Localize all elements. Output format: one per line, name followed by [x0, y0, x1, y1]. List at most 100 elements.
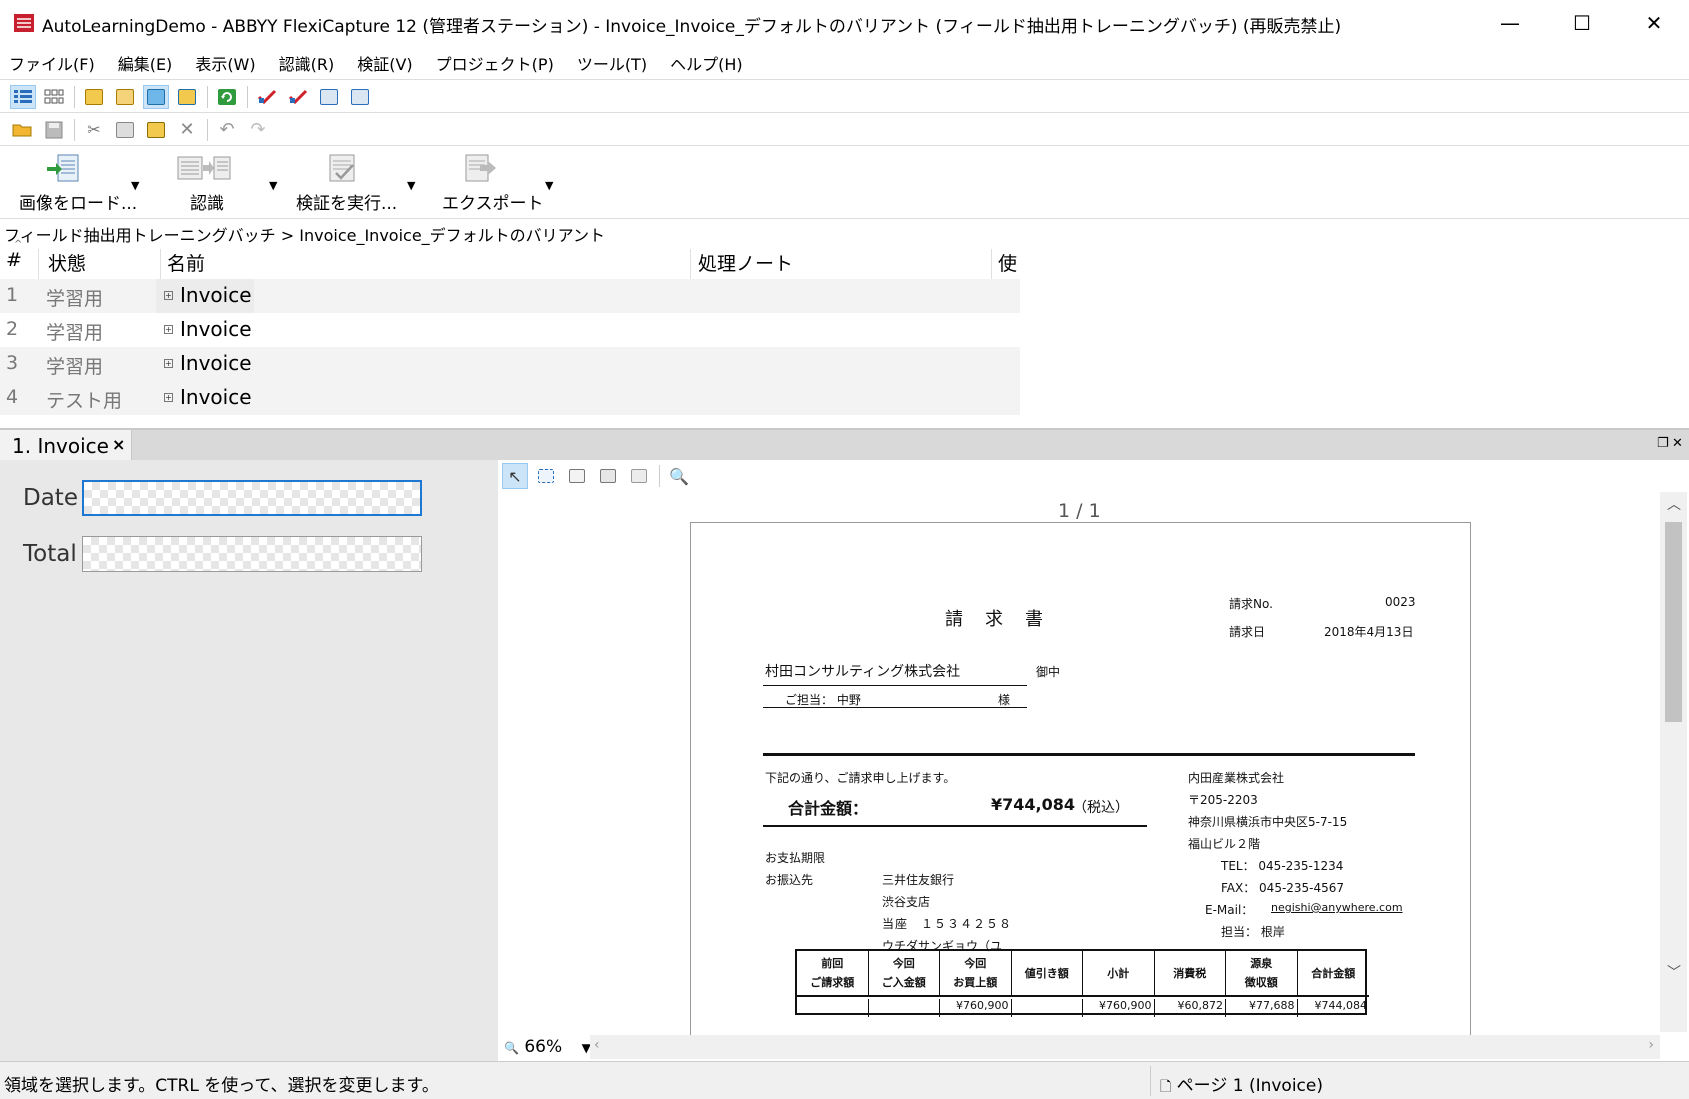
- paste-button[interactable]: [143, 118, 169, 142]
- export-dropdown[interactable]: ▼: [542, 147, 562, 219]
- total-field[interactable]: [82, 536, 422, 572]
- column-header-name[interactable]: 名前: [167, 249, 205, 276]
- save-button[interactable]: [41, 118, 67, 142]
- table-row[interactable]: 2 学習用 + Invoice: [0, 313, 1020, 347]
- row-number: 1: [6, 284, 19, 306]
- column-region-button[interactable]: [564, 463, 590, 489]
- document-lock-button[interactable]: [112, 85, 138, 109]
- cut-button[interactable]: ✂: [81, 118, 107, 142]
- refresh-button[interactable]: [214, 85, 240, 109]
- menu-view[interactable]: 表示(W): [192, 49, 258, 77]
- delete-region-button[interactable]: [626, 463, 652, 489]
- export-doc-button[interactable]: [316, 85, 342, 109]
- load-images-dropdown[interactable]: ▼: [128, 147, 148, 219]
- date-field[interactable]: [82, 480, 422, 516]
- menu-edit[interactable]: 編集(E): [115, 49, 176, 77]
- vendor-email-label: E-Mail：: [1205, 903, 1254, 917]
- column-header-number[interactable]: #: [6, 249, 22, 271]
- select-tool-button[interactable]: ↖: [502, 463, 528, 489]
- close-tab-icon[interactable]: ×: [112, 435, 125, 454]
- edit-region-button[interactable]: [595, 463, 621, 489]
- column-header-notes[interactable]: 処理ノート: [698, 249, 793, 276]
- document-pen-button[interactable]: [174, 85, 200, 109]
- thumbnail-view-icon: [44, 89, 64, 103]
- restore-panel-icon[interactable]: ❐: [1657, 436, 1669, 451]
- rule: [763, 753, 1415, 756]
- export-label: エクスポート: [442, 194, 544, 214]
- row-state: 学習用: [46, 322, 104, 344]
- open-document-button[interactable]: [81, 85, 107, 109]
- verify-check-button[interactable]: [254, 85, 280, 109]
- recognize-dropdown[interactable]: ▼: [266, 147, 286, 219]
- column-header-state[interactable]: 状態: [48, 249, 86, 276]
- draw-region-button[interactable]: [533, 463, 559, 489]
- menu-file[interactable]: ファイル(F): [6, 49, 98, 77]
- horizontal-scrollbar[interactable]: ‹ ›: [590, 1035, 1660, 1059]
- document-edit-button[interactable]: [143, 84, 169, 109]
- zoom-control[interactable]: 🔍 66% ▼: [504, 1037, 591, 1057]
- minimize-button[interactable]: —: [1475, 0, 1545, 46]
- column-header-usage[interactable]: 使: [998, 249, 1017, 276]
- recognize-button[interactable]: 認識: [168, 147, 278, 219]
- tab-invoice[interactable]: 1. Invoice ×: [0, 430, 132, 462]
- menu-help[interactable]: ヘルプ(H): [667, 49, 746, 77]
- invoice-no-label: 請求No.: [1229, 597, 1273, 611]
- zoom-tool-button[interactable]: 🔍: [666, 463, 692, 489]
- menu-recognize[interactable]: 認識(R): [276, 49, 338, 77]
- verify-all-button[interactable]: [285, 85, 311, 109]
- vendor-zip: 〒205-2203: [1188, 793, 1258, 807]
- close-panel-icon[interactable]: ✕: [1672, 436, 1683, 451]
- expand-icon[interactable]: +: [164, 325, 173, 334]
- thumbnail-view-button[interactable]: [41, 85, 67, 109]
- scroll-right-icon[interactable]: ›: [1648, 1037, 1654, 1053]
- menu-tools[interactable]: ツール(T): [574, 49, 650, 77]
- tax-included-note: （税込）: [1073, 800, 1129, 816]
- dropdown-arrow-icon: ▼: [269, 179, 278, 192]
- toolbar-separator: [74, 85, 75, 108]
- scroll-up-icon[interactable]: ︿: [1667, 494, 1681, 514]
- export-batch-button[interactable]: [347, 85, 373, 109]
- invoice-table-value-cell: ¥744,084: [1314, 999, 1368, 1012]
- contact-person: ご担当： 中野: [785, 693, 861, 707]
- run-verification-dropdown[interactable]: ▼: [404, 147, 424, 219]
- onchu: 御中: [1036, 665, 1061, 679]
- expand-icon[interactable]: +: [164, 359, 173, 368]
- save-icon: [45, 121, 63, 138]
- scrollbar-thumb[interactable]: [1665, 522, 1682, 722]
- expand-icon[interactable]: +: [164, 291, 173, 300]
- row-name: Invoice: [180, 385, 252, 409]
- invoice-date-value: 2018年4月13日: [1324, 625, 1414, 639]
- load-images-button[interactable]: 画像をロード...: [10, 147, 140, 219]
- scroll-left-icon[interactable]: ‹: [594, 1037, 600, 1053]
- invoice-page-image[interactable]: 請 求 書 請求No. 0023 請求日 2018年4月13日 村田コンサルティ…: [690, 522, 1471, 1036]
- export-button[interactable]: エクスポート: [440, 147, 550, 219]
- table-row[interactable]: 3 学習用 + Invoice: [0, 347, 1020, 381]
- invoice-table-header-text: 今回: [892, 957, 915, 970]
- expand-icon[interactable]: +: [164, 393, 173, 402]
- undo-button[interactable]: ↶: [214, 118, 240, 142]
- menu-project[interactable]: プロジェクト(P): [433, 49, 557, 77]
- close-button[interactable]: ✕: [1619, 0, 1689, 46]
- run-verification-button[interactable]: 検証を実行...: [296, 147, 412, 219]
- scissors-icon: ✂: [87, 120, 101, 139]
- redo-button[interactable]: ↷: [245, 118, 271, 142]
- open-folder-button[interactable]: [10, 118, 36, 142]
- table-row[interactable]: 1 学習用 + Invoice: [0, 279, 1020, 313]
- menu-verify[interactable]: 検証(V): [354, 49, 415, 77]
- maximize-button[interactable]: ☐: [1547, 0, 1617, 46]
- document-pen-icon: [178, 88, 196, 105]
- verify-icon: [329, 154, 355, 182]
- vendor-fax: FAX： 045-235-4567: [1221, 881, 1345, 895]
- scroll-down-icon[interactable]: ﹀: [1667, 962, 1681, 982]
- details-view-button[interactable]: [10, 84, 36, 109]
- status-separator: [1150, 1066, 1151, 1096]
- vertical-scrollbar[interactable]: ︿ ﹀: [1660, 492, 1687, 1032]
- invoice-date-label: 請求日: [1229, 625, 1266, 639]
- window-title: AutoLearningDemo - ABBYY FlexiCapture 12…: [42, 17, 1342, 37]
- invoice-table-value-cell: ¥760,900: [940, 999, 1012, 1017]
- copy-button[interactable]: [112, 118, 138, 142]
- breadcrumb[interactable]: フィールド抽出用トレーニングバッチ > Invoice_Invoice_デフォル…: [4, 222, 605, 246]
- customer-name: 村田コンサルティング株式会社: [765, 664, 961, 680]
- delete-button[interactable]: ✕: [174, 118, 200, 142]
- table-row[interactable]: 4 テスト用 + Invoice: [0, 381, 1020, 415]
